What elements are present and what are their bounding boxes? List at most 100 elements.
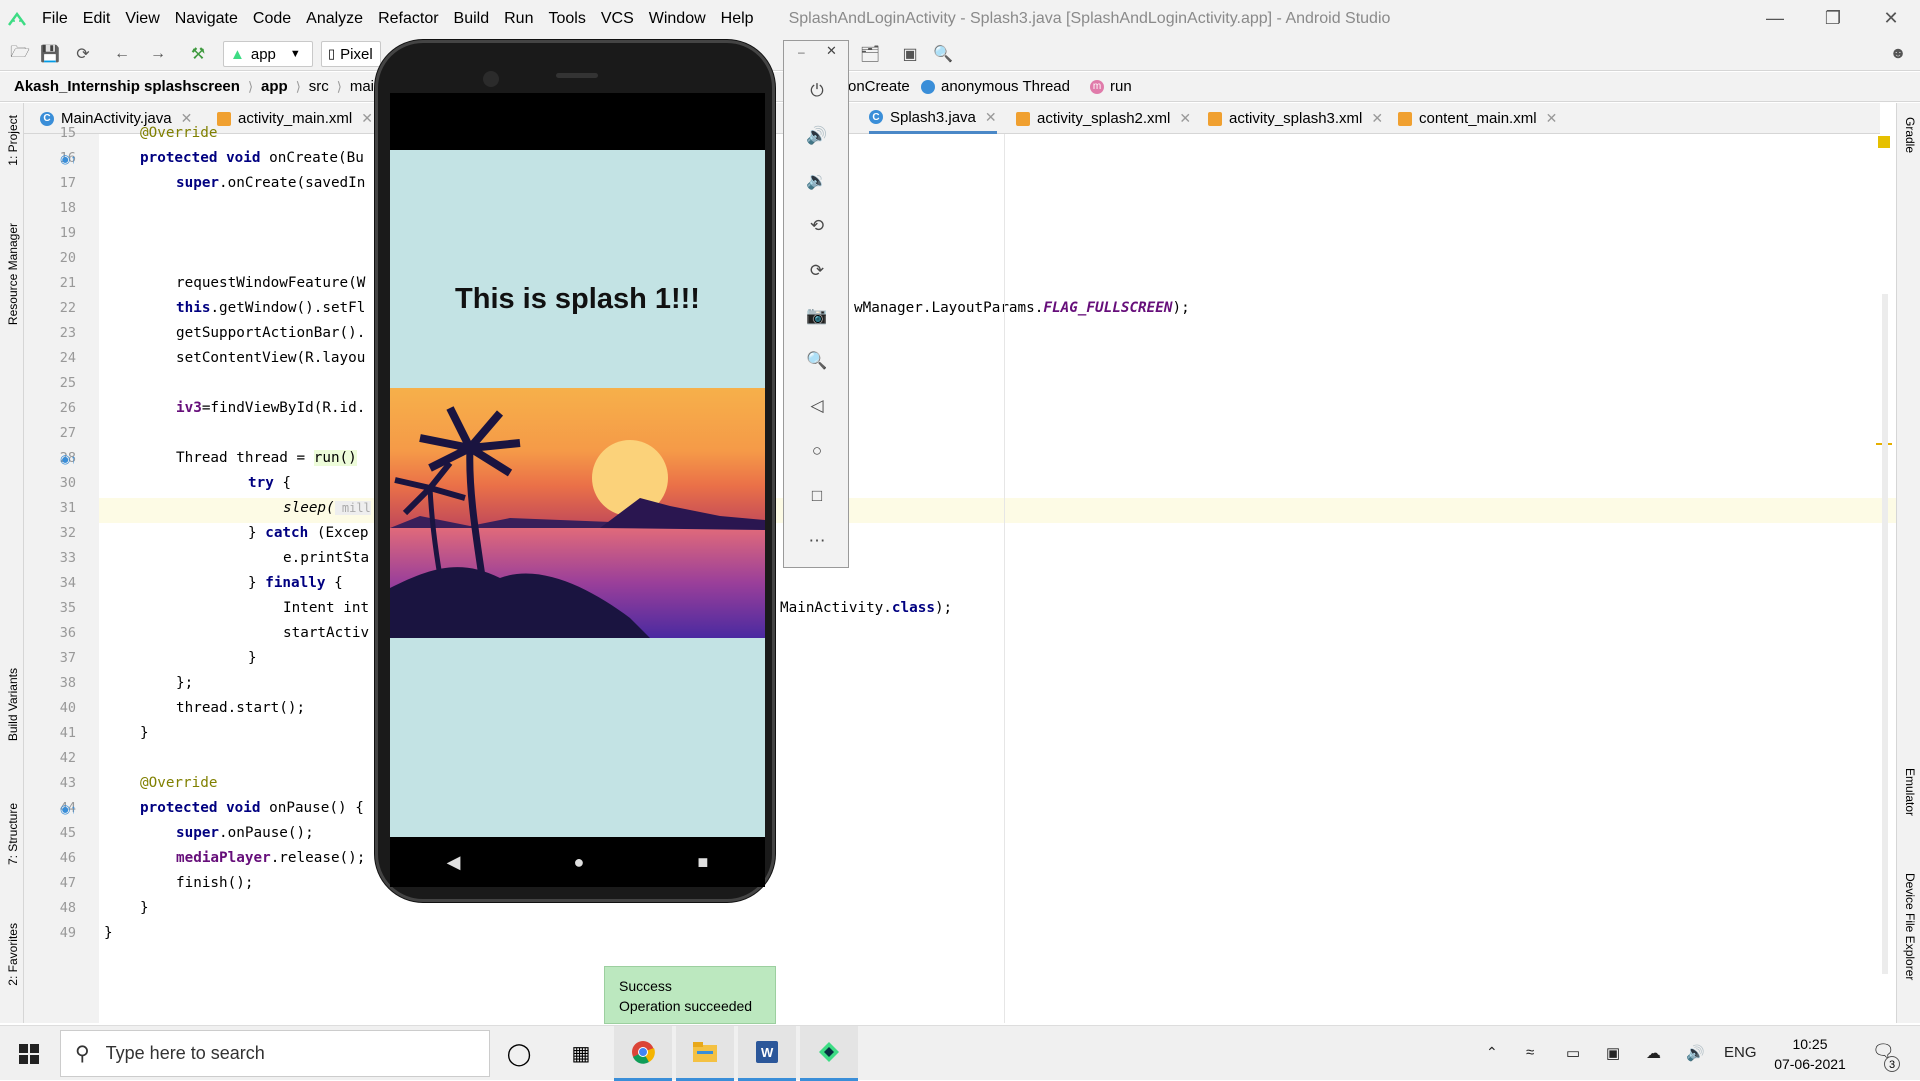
close-icon[interactable]: ✕: [1371, 110, 1383, 127]
back-arrow-icon[interactable]: ←: [112, 44, 132, 64]
camera-icon[interactable]: 📷: [806, 305, 828, 327]
wifi-icon[interactable]: ≈: [1526, 1044, 1534, 1061]
volume-down-icon[interactable]: 🔉: [806, 170, 828, 192]
search-icon[interactable]: 🔍: [933, 44, 953, 64]
device-icon[interactable]: ▣: [1606, 1044, 1620, 1062]
panel-minimize-icon[interactable]: –: [798, 45, 805, 59]
menu-code[interactable]: Code: [253, 10, 291, 28]
android-studio-taskbar-icon[interactable]: [800, 1026, 858, 1081]
battery-icon[interactable]: ▭: [1566, 1044, 1580, 1062]
device-screen[interactable]: This is splash 1!!!: [390, 150, 765, 837]
home-icon[interactable]: ○: [806, 440, 828, 462]
task-view-icon[interactable]: ▦: [552, 1026, 610, 1081]
code-token: @Override: [140, 125, 218, 141]
nav-recents-icon[interactable]: ■: [698, 852, 709, 873]
back-icon[interactable]: ◁: [806, 395, 828, 417]
breadcrumb-src[interactable]: src: [309, 78, 329, 95]
device-file-explorer-tool-tab[interactable]: Device File Explorer: [1903, 873, 1917, 980]
menu-navigate[interactable]: Navigate: [175, 10, 238, 28]
override-marker-icon[interactable]: ◉↑: [60, 452, 76, 466]
show-hidden-icons-icon[interactable]: ⌃: [1486, 1044, 1498, 1061]
volume-icon[interactable]: 🔊: [1686, 1044, 1705, 1062]
sync-icon[interactable]: ⟳: [73, 44, 93, 64]
language-indicator[interactable]: ENG: [1724, 1044, 1757, 1061]
tab-activity-splash2-xml[interactable]: activity_splash2.xml ✕: [1016, 103, 1191, 134]
structure-tool-tab[interactable]: 7: Structure: [6, 803, 20, 865]
menu-help[interactable]: Help: [721, 10, 754, 28]
breadcrumb-anon[interactable]: anonymous Thread: [921, 78, 1070, 95]
windows-start-icon[interactable]: [0, 1026, 58, 1081]
more-icon[interactable]: ⋯: [806, 530, 828, 552]
volume-up-icon[interactable]: 🔊: [806, 125, 828, 147]
minimize-button[interactable]: —: [1746, 0, 1804, 37]
menu-refactor[interactable]: Refactor: [378, 10, 438, 28]
menu-view[interactable]: View: [125, 10, 159, 28]
breadcrumb-run[interactable]: m run: [1090, 78, 1132, 95]
menu-vcs[interactable]: VCS: [601, 10, 634, 28]
resource-manager-tool-tab[interactable]: Resource Manager: [6, 223, 20, 325]
code-token: finally: [265, 575, 326, 591]
panel-close-icon[interactable]: ✕: [826, 43, 837, 59]
menu-edit[interactable]: Edit: [83, 10, 111, 28]
menu-analyze[interactable]: Analyze: [306, 10, 363, 28]
tab-activity-main-xml[interactable]: activity_main.xml ✕: [217, 103, 373, 134]
menu-window[interactable]: Window: [649, 10, 706, 28]
close-icon[interactable]: ✕: [361, 110, 373, 127]
override-marker-icon[interactable]: ◉↑: [60, 802, 76, 816]
power-icon[interactable]: ⏻: [806, 80, 828, 102]
nav-home-icon[interactable]: ●: [574, 852, 585, 873]
success-notification[interactable]: Success Operation succeeded: [604, 966, 776, 1024]
menu-run[interactable]: Run: [504, 10, 533, 28]
build-variants-tool-tab[interactable]: Build Variants: [6, 668, 20, 741]
zoom-icon[interactable]: 🔍: [806, 350, 828, 372]
favorites-tool-tab[interactable]: 2: Favorites: [6, 923, 20, 986]
cortana-icon[interactable]: ◯: [490, 1026, 548, 1081]
project-tool-tab[interactable]: 1: Project: [6, 115, 20, 166]
emulator-tool-tab[interactable]: Emulator: [1903, 768, 1917, 816]
onedrive-icon[interactable]: ☁: [1646, 1044, 1661, 1062]
tab-content-main-xml[interactable]: content_main.xml ✕: [1398, 103, 1557, 134]
code-editor[interactable]: @Override protected void onCreate(Bu sup…: [99, 125, 1896, 1023]
nav-back-icon[interactable]: ◀: [447, 852, 461, 873]
editor-scrollbar[interactable]: [1882, 294, 1888, 974]
open-folder-icon[interactable]: 🗁: [10, 44, 30, 64]
code-token: startActiv: [283, 625, 370, 641]
java-class-icon: C: [40, 111, 54, 126]
build-hammer-icon[interactable]: ⚒: [188, 44, 208, 64]
breadcrumb-module[interactable]: app: [261, 78, 288, 95]
close-icon[interactable]: ✕: [1179, 110, 1191, 127]
save-icon[interactable]: 💾: [40, 44, 60, 64]
breadcrumb-method[interactable]: onCreate: [848, 78, 910, 95]
tab-splash3-java[interactable]: C Splash3.java ✕: [869, 103, 997, 134]
override-marker-icon[interactable]: ◉↑: [60, 152, 76, 166]
run-config-select[interactable]: ▲ app ▼: [223, 41, 313, 67]
device-select[interactable]: ▯ Pixel: [321, 41, 381, 67]
device-manager-icon[interactable]: 🗂: [860, 44, 880, 64]
user-icon[interactable]: ☻: [1888, 44, 1908, 64]
forward-arrow-icon[interactable]: →: [148, 44, 168, 64]
layout-inspector-icon[interactable]: ▣: [900, 44, 920, 64]
code-token: }: [104, 925, 113, 941]
warning-marker-icon[interactable]: [1878, 136, 1890, 148]
code-token: mediaPlayer: [176, 850, 271, 866]
rotate-left-icon[interactable]: ⟲: [806, 215, 828, 237]
close-icon[interactable]: ✕: [1546, 110, 1558, 127]
word-icon[interactable]: W: [738, 1026, 796, 1081]
taskbar-search-input[interactable]: ⚲ Type here to search: [60, 1030, 490, 1077]
gradle-tool-tab[interactable]: Gradle: [1903, 117, 1917, 153]
menu-build[interactable]: Build: [454, 10, 490, 28]
menu-file[interactable]: File: [42, 10, 68, 28]
error-stripe[interactable]: [1876, 134, 1892, 1023]
tab-activity-splash3-xml[interactable]: activity_splash3.xml ✕: [1208, 103, 1383, 134]
chrome-icon[interactable]: [614, 1026, 672, 1081]
menu-tools[interactable]: Tools: [548, 10, 585, 28]
restore-button[interactable]: ❐: [1804, 0, 1862, 37]
breadcrumb-project[interactable]: Akash_Internship splashscreen: [14, 78, 240, 95]
rotate-right-icon[interactable]: ⟳: [806, 260, 828, 282]
file-explorer-icon[interactable]: [676, 1026, 734, 1081]
overview-icon[interactable]: □: [806, 485, 828, 507]
clock[interactable]: 10:25 07-06-2021: [1770, 1034, 1850, 1074]
close-icon[interactable]: ✕: [985, 109, 997, 126]
close-window-button[interactable]: ✕: [1862, 0, 1920, 37]
xml-file-icon: [1016, 111, 1030, 126]
